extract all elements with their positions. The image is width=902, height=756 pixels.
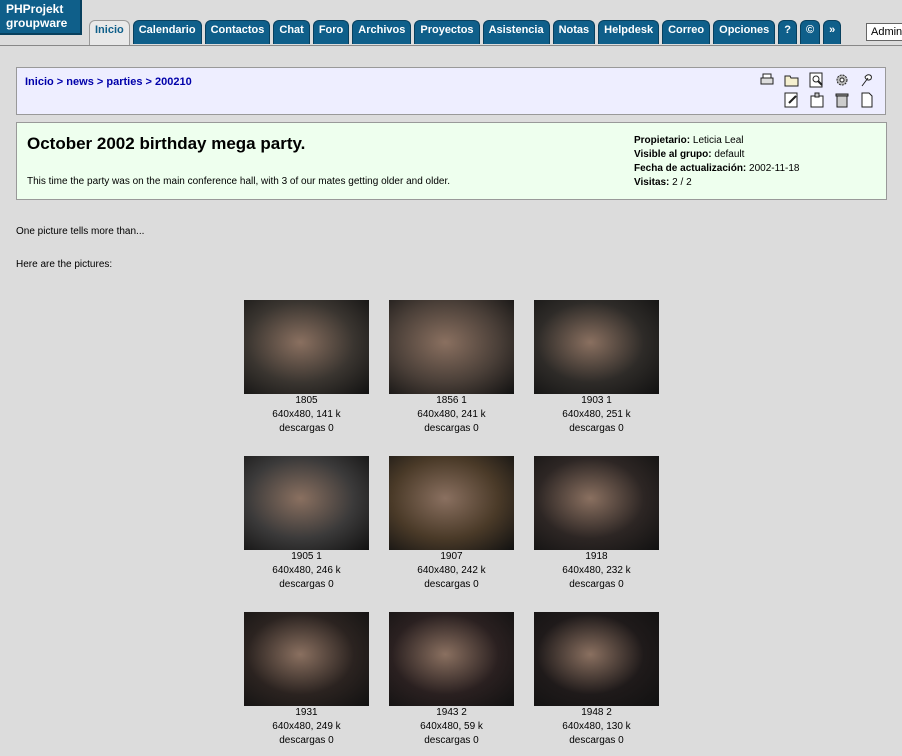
tab-6[interactable]: Proyectos <box>414 20 480 44</box>
photo-info: 640x480, 241 k <box>417 409 486 420</box>
print-icon[interactable] <box>759 72 775 88</box>
main-nav-tabs: Inicio Calendario Contactos Chat Foro Archivo… <box>89 20 844 46</box>
logo-line-1: PHProjekt <box>6 2 64 16</box>
photo-name[interactable]: 1918 <box>524 550 669 564</box>
photo-card: 1856 1 640x480, 241 k descargas 0 <box>379 300 524 436</box>
tab-11[interactable]: Opciones <box>713 20 776 44</box>
photo-info: 640x480, 232 k <box>562 565 631 576</box>
breadcrumb-separator: > <box>96 76 104 88</box>
photo-thumbnail[interactable] <box>244 300 369 394</box>
photo-name[interactable]: 1907 <box>379 550 524 564</box>
breadcrumb: Inicio > news > parties > 200210 <box>25 76 192 88</box>
photo-thumbnail[interactable] <box>389 300 514 394</box>
photo-downloads: descargas 0 <box>569 423 624 434</box>
top-bar: PHProjekt groupware Inicio Calendario Cont… <box>0 0 902 46</box>
breadcrumb-news[interactable]: news <box>66 76 94 88</box>
settings-gear-icon[interactable] <box>834 72 850 88</box>
photo-thumbnail[interactable] <box>534 456 659 550</box>
photo-thumbnail[interactable] <box>244 612 369 706</box>
photo-info: 640x480, 251 k <box>562 409 631 420</box>
photo-downloads: descargas 0 <box>569 735 624 746</box>
photo-info: 640x480, 59 k <box>420 721 483 732</box>
photo-thumbnail[interactable] <box>389 456 514 550</box>
tab-10[interactable]: Correo <box>662 20 711 44</box>
photo-name[interactable]: 1856 1 <box>379 394 524 408</box>
nav-divider <box>0 45 902 46</box>
breadcrumb-separator: > <box>56 76 64 88</box>
tab-1[interactable]: Calendario <box>132 20 202 44</box>
photo-card: 1903 1 640x480, 251 k descargas 0 <box>524 300 669 436</box>
folder-open-icon[interactable] <box>784 72 800 88</box>
body-paragraph-2: Here are the pictures: <box>16 259 113 270</box>
photo-card: 1805 640x480, 141 k descargas 0 <box>234 300 379 436</box>
photo-card: 1931 640x480, 249 k descargas 0 <box>234 612 379 748</box>
photo-name[interactable]: 1931 <box>234 706 379 720</box>
photo-thumbnail[interactable] <box>534 300 659 394</box>
photo-downloads: descargas 0 <box>424 735 479 746</box>
owner-label: Propietario: <box>634 135 691 146</box>
breadcrumb-panel: Inicio > news > parties > 200210 <box>16 67 886 115</box>
photo-thumbnail[interactable] <box>389 612 514 706</box>
logo-line-2: groupware <box>6 16 68 30</box>
article-description: This time the party was on the main conf… <box>27 176 451 187</box>
stamp-icon[interactable] <box>809 92 825 108</box>
photo-card: 1905 1 640x480, 246 k descargas 0 <box>234 456 379 592</box>
photo-info: 640x480, 130 k <box>562 721 631 732</box>
tab-9[interactable]: Helpdesk <box>598 20 660 44</box>
breadcrumb-inicio[interactable]: Inicio <box>25 76 54 88</box>
visits-label: Visitas: <box>634 177 670 188</box>
tab-14[interactable]: » <box>823 20 842 44</box>
photo-card: 1907 640x480, 242 k descargas 0 <box>379 456 524 592</box>
photo-card: 1943 2 640x480, 59 k descargas 0 <box>379 612 524 748</box>
updated-value: 2002-11-18 <box>749 163 800 174</box>
photo-name[interactable]: 1943 2 <box>379 706 524 720</box>
photo-downloads: descargas 0 <box>279 579 334 590</box>
photo-name[interactable]: 1903 1 <box>524 394 669 408</box>
photo-downloads: descargas 0 <box>424 423 479 434</box>
tab-4[interactable]: Foro <box>312 20 350 44</box>
visits-value: 2 / 2 <box>672 177 692 188</box>
group-label: Visible al grupo: <box>634 149 712 160</box>
photo-card: 1948 2 640x480, 130 k descargas 0 <box>524 612 669 748</box>
tab-8[interactable]: Notas <box>552 20 596 44</box>
tab-5[interactable]: Archivos <box>352 20 412 44</box>
photo-info: 640x480, 141 k <box>272 409 341 420</box>
new-page-icon[interactable] <box>859 92 875 108</box>
tab-3[interactable]: Chat <box>273 20 310 44</box>
photo-name[interactable]: 1905 1 <box>234 550 379 564</box>
article-info-panel: October 2002 birthday mega party. This t… <box>16 122 887 200</box>
breadcrumb-separator: > <box>145 76 152 88</box>
photo-downloads: descargas 0 <box>569 579 624 590</box>
owner-value: Leticia Leal <box>692 135 744 146</box>
flower-icon[interactable] <box>859 72 875 88</box>
group-value: default <box>714 149 745 160</box>
tab-7[interactable]: Asistencia <box>482 20 550 44</box>
edit-icon[interactable] <box>784 92 800 108</box>
updated-label: Fecha de actualización: <box>634 163 747 174</box>
photo-downloads: descargas 0 <box>424 579 479 590</box>
photo-info: 640x480, 242 k <box>417 565 486 576</box>
photo-downloads: descargas 0 <box>279 423 334 434</box>
tab-13[interactable]: © <box>800 20 821 44</box>
photo-thumbnail[interactable] <box>244 456 369 550</box>
photo-info: 640x480, 249 k <box>272 721 341 732</box>
photo-name[interactable]: 1948 2 <box>524 706 669 720</box>
app-logo[interactable]: PHProjekt groupware <box>0 0 82 35</box>
article-title: October 2002 birthday mega party. <box>27 134 306 153</box>
photo-card: 1918 640x480, 232 k descargas 0 <box>524 456 669 592</box>
article-metadata: Propietario: Leticia Leal Visible al gru… <box>634 134 799 190</box>
tab-2[interactable]: Contactos <box>204 20 271 44</box>
photo-info: 640x480, 246 k <box>272 565 341 576</box>
breadcrumb-200210[interactable]: 200210 <box>155 76 192 88</box>
breadcrumb-parties[interactable]: parties <box>106 76 142 88</box>
search-icon[interactable] <box>809 72 825 88</box>
user-select[interactable]: Admin <box>866 23 902 41</box>
trash-icon[interactable] <box>834 92 850 108</box>
photo-downloads: descargas 0 <box>279 735 334 746</box>
tab-0[interactable]: Inicio <box>89 20 130 46</box>
photo-thumbnail[interactable] <box>534 612 659 706</box>
body-paragraph-1: One picture tells more than... <box>16 226 145 237</box>
tab-12[interactable]: ? <box>778 20 797 44</box>
photo-name[interactable]: 1805 <box>234 394 379 408</box>
